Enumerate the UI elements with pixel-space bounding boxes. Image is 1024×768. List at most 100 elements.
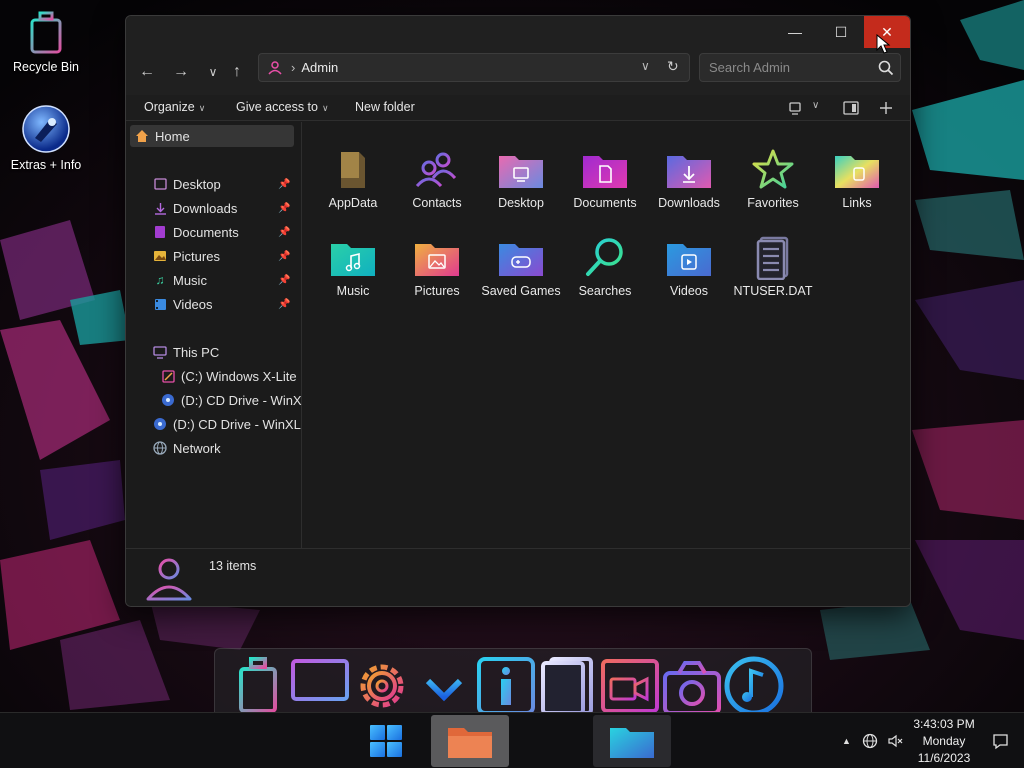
add-icon[interactable] [879, 101, 893, 115]
refresh-icon[interactable]: ↻ [667, 58, 679, 75]
organize-menu[interactable]: Organize ∨ [144, 100, 205, 114]
nav-item-cd-drive-winxl[interactable]: (D:) CD Drive - WinXL [152, 413, 301, 435]
settings-gear-icon[interactable] [351, 655, 413, 717]
pictures-folder-icon [415, 244, 459, 276]
file-item-saved-games[interactable]: Saved Games [479, 236, 563, 299]
file-item-favorites[interactable]: Favorites [731, 148, 815, 211]
nav-item-pictures[interactable]: Pictures 📌 [152, 245, 290, 267]
nav-item-network[interactable]: Network [152, 437, 221, 459]
view-options-icon[interactable] [788, 102, 802, 116]
nav-label: (D:) CD Drive - WinXL [173, 416, 301, 432]
back-button[interactable]: ← [132, 58, 162, 86]
network-globe-icon[interactable] [862, 733, 878, 749]
nav-label: Music [173, 272, 207, 288]
nav-label: Videos [173, 296, 213, 312]
file-label: Desktop [498, 196, 544, 210]
nav-item-cd-drive-winx[interactable]: (D:) CD Drive - WinX [160, 389, 302, 411]
search-input[interactable]: Search Admin [699, 53, 901, 82]
maximize-button[interactable]: ☐ [818, 16, 864, 48]
file-label: Documents [573, 196, 637, 210]
desktop-icon-extras-info[interactable]: Extras + Info [0, 104, 92, 172]
document-list-icon[interactable] [537, 655, 599, 717]
file-item-contacts[interactable]: Contacts [395, 148, 479, 211]
user-folder-icon [268, 60, 282, 75]
music-note-icon[interactable] [723, 655, 785, 717]
system-clock[interactable]: 3:43:03 PM Monday 11/6/2023 [906, 716, 982, 767]
file-label: AppData [328, 196, 378, 210]
file-item-pictures[interactable]: Pictures [395, 236, 479, 299]
file-item-music[interactable]: Music [311, 236, 395, 299]
notifications-icon[interactable] [992, 733, 1009, 750]
chevron-down-icon: ∨ [198, 103, 206, 113]
breadcrumb-admin[interactable]: Admin [301, 60, 338, 75]
searches-icon [586, 238, 623, 276]
drive-c-icon [160, 368, 176, 384]
cd-drive-icon [152, 416, 168, 432]
network-icon [152, 440, 168, 456]
chevron-down-icon[interactable]: ∨ [812, 100, 819, 111]
file-label: Saved Games [481, 284, 561, 298]
new-folder-button[interactable]: New folder [355, 100, 415, 114]
volume-muted-icon[interactable] [887, 733, 903, 749]
nav-label: Desktop [173, 176, 221, 192]
nav-item-documents[interactable]: Documents 📌 [152, 221, 290, 243]
music-folder-icon [331, 244, 375, 276]
app-dock [214, 648, 812, 720]
recycle-bin-icon [28, 11, 64, 54]
file-item-desktop[interactable]: Desktop [479, 148, 563, 211]
nav-item-videos[interactable]: Videos 📌 [152, 293, 290, 315]
up-button[interactable]: ↑ [222, 58, 252, 86]
video-camera-icon[interactable] [599, 655, 661, 717]
nav-item-drive-c[interactable]: (C:) Windows X-Lite [160, 365, 297, 387]
file-item-videos[interactable]: Videos [647, 236, 731, 299]
info-icon[interactable] [475, 655, 537, 717]
preview-pane-icon[interactable] [843, 101, 859, 115]
search-placeholder: Search Admin [709, 60, 790, 75]
pin-icon: 📌 [278, 178, 291, 190]
start-button[interactable] [362, 715, 410, 767]
nav-item-home[interactable]: Home [130, 125, 294, 147]
clock-date: 11/6/2023 [917, 751, 971, 765]
contacts-icon [415, 152, 457, 188]
forward-button[interactable]: → [166, 58, 196, 86]
download-icon[interactable] [413, 655, 475, 717]
breadcrumb-separator: › [291, 60, 296, 75]
file-label: Downloads [658, 196, 720, 210]
camera-icon[interactable] [661, 655, 723, 717]
file-item-documents[interactable]: Documents [563, 148, 647, 211]
taskbar-app-file-explorer-active[interactable] [431, 715, 509, 767]
nav-item-downloads[interactable]: Downloads 📌 [152, 197, 290, 219]
give-access-menu[interactable]: Give access to ∨ [236, 100, 329, 114]
file-label: Videos [670, 284, 708, 298]
recycle-bin-icon[interactable] [227, 655, 289, 717]
file-label: Contacts [412, 196, 462, 210]
file-item-searches[interactable]: Searches [563, 236, 647, 299]
file-item-appdata[interactable]: AppData [311, 148, 395, 211]
file-item-ntuser-dat[interactable]: NTUSER.DAT [731, 236, 815, 299]
tray-overflow-button[interactable]: ▲ [842, 736, 851, 746]
clock-time: 3:43:03 PM [913, 717, 975, 731]
file-item-links[interactable]: Links [815, 148, 899, 211]
nav-item-this-pc[interactable]: This PC [152, 341, 219, 363]
command-bar: Organize ∨ Give access to ∨ New folder ∨ [126, 95, 910, 121]
nav-item-music[interactable]: ♫ Music 📌 [152, 269, 291, 291]
mouse-cursor-icon [876, 34, 891, 54]
clock-day: Monday [922, 734, 966, 748]
nav-item-desktop[interactable]: Desktop 📌 [152, 173, 290, 195]
folder-icon [448, 728, 492, 758]
minimize-button[interactable]: — [772, 16, 818, 48]
search-icon [878, 60, 894, 76]
file-label: Searches [578, 284, 632, 298]
address-bar[interactable]: › Admin ∨ ↻ [258, 53, 690, 82]
downloads-icon [152, 200, 168, 216]
file-label: Pictures [414, 284, 460, 298]
file-item-downloads[interactable]: Downloads [647, 148, 731, 211]
title-bar[interactable]: — ☐ ✕ [126, 16, 910, 48]
taskbar-app-folder[interactable] [593, 715, 671, 767]
desktop-icon-recycle-bin[interactable]: Recycle Bin [0, 10, 92, 74]
nav-label: (C:) Windows X-Lite [181, 368, 297, 384]
downloads-folder-icon [667, 156, 711, 188]
desktop-icon-label: Extras + Info [10, 158, 82, 172]
monitor-icon[interactable] [289, 655, 351, 717]
address-dropdown-icon[interactable]: ∨ [641, 59, 650, 73]
